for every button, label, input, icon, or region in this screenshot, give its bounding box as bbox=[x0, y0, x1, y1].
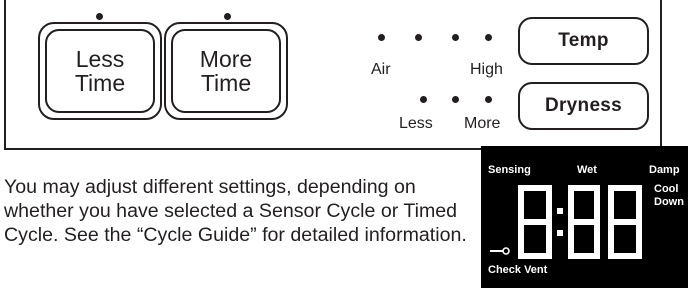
temp-high-label: High bbox=[470, 61, 503, 78]
sensing-indicator: Sensing bbox=[488, 164, 531, 176]
temp-level-dot-4 bbox=[485, 34, 492, 41]
key-filter-icon bbox=[490, 247, 510, 255]
dryness-high-label: More bbox=[464, 115, 501, 132]
more-time-indicator bbox=[224, 13, 231, 20]
less-time-button[interactable]: Less Time bbox=[38, 22, 162, 120]
temp-low-label: Air bbox=[371, 61, 391, 78]
dryness-level-dot-2 bbox=[452, 96, 459, 103]
dryness-level-dot-3 bbox=[485, 96, 492, 103]
temp-level-dot-3 bbox=[452, 34, 459, 41]
dryness-level-dot-1 bbox=[420, 96, 427, 103]
dryness-low-label: Less bbox=[399, 115, 433, 132]
seven-segment-digits bbox=[518, 185, 642, 259]
info-text: You may adjust different settings, depen… bbox=[4, 176, 467, 247]
wet-indicator: Wet bbox=[577, 164, 597, 176]
down-indicator: Down bbox=[654, 196, 684, 208]
digital-display: Sensing Wet Damp Cool Down Check Vent bbox=[481, 146, 688, 288]
temp-level-dot-1 bbox=[378, 34, 385, 41]
dryness-button[interactable]: Dryness bbox=[518, 82, 649, 130]
control-panel: Less Time More Time Air High Less More T… bbox=[4, 0, 662, 150]
cool-indicator: Cool bbox=[654, 183, 679, 195]
less-time-indicator bbox=[96, 13, 103, 20]
more-time-button[interactable]: More Time bbox=[164, 22, 288, 120]
more-time-label: More Time bbox=[171, 29, 281, 113]
less-time-label: Less Time bbox=[45, 29, 155, 113]
check-vent-indicator: Check Vent bbox=[488, 264, 548, 276]
temp-level-dot-2 bbox=[415, 34, 422, 41]
damp-indicator: Damp bbox=[649, 164, 680, 176]
temp-button[interactable]: Temp bbox=[518, 17, 649, 65]
